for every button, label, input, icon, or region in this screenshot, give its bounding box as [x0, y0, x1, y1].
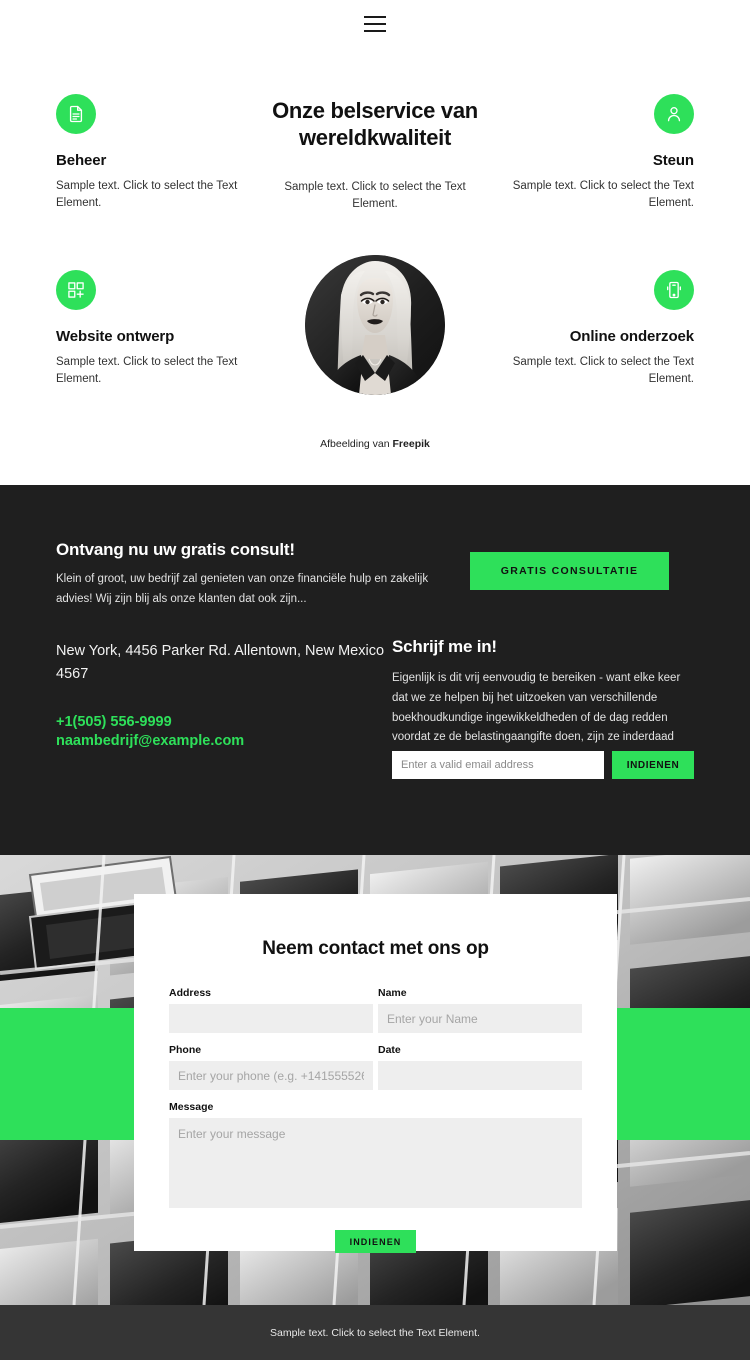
- feature-item-beheer: Beheer Sample text. Click to select the …: [56, 94, 256, 211]
- portrait-photo: [305, 255, 445, 395]
- feature-text: Sample text. Click to select the Text El…: [512, 356, 694, 385]
- portrait-illustration: [305, 255, 445, 395]
- contact-section: Neem contact met ons op Address Name Pho…: [0, 855, 750, 1305]
- company-address: New York, 4456 Parker Rd. Allentown, New…: [56, 643, 385, 683]
- contact-form-title: Neem contact met ons op: [262, 938, 489, 959]
- feature-text: Sample text. Click to select the Text El…: [512, 180, 694, 209]
- grid-plus-icon: [56, 270, 96, 310]
- date-input[interactable]: [378, 1061, 582, 1090]
- feature-item-online-onderzoek: Online onderzoek Sample text. Click to s…: [494, 270, 694, 387]
- field-label: Name: [378, 987, 407, 999]
- message-textarea[interactable]: [169, 1118, 582, 1208]
- credit-brand: Freepik: [392, 438, 430, 450]
- field-label: Phone: [169, 1044, 202, 1056]
- feature-title: Online onderzoek: [569, 328, 694, 345]
- hamburger-bar: [364, 16, 386, 18]
- field-address: Address: [169, 987, 373, 1033]
- address-input[interactable]: [169, 1004, 373, 1033]
- field-message: Message: [169, 1101, 582, 1213]
- green-accent-block-right: [617, 1008, 750, 1140]
- field-phone: Phone: [169, 1044, 373, 1090]
- email-link[interactable]: naambedrijf@example.com: [56, 732, 386, 751]
- consultation-title: Ontvang nu uw gratis consult!: [56, 540, 295, 559]
- green-accent-block-left: [0, 1008, 134, 1140]
- feature-item-steun: Steun Sample text. Click to select the T…: [494, 94, 694, 211]
- feature-title: Steun: [652, 152, 694, 169]
- subscribe-form: INDIENEN: [392, 751, 694, 779]
- contact-form-card: Neem contact met ons op Address Name Pho…: [134, 894, 617, 1253]
- field-label: Message: [169, 1101, 214, 1113]
- document-icon: [56, 94, 96, 134]
- feature-title: Beheer: [56, 152, 107, 169]
- feature-title: Website ontwerp: [56, 328, 175, 345]
- features-section: Onze belservice van wereldkwaliteit Samp…: [0, 48, 750, 485]
- name-input[interactable]: [378, 1004, 582, 1033]
- field-date: Date: [378, 1044, 582, 1090]
- phone-input[interactable]: [169, 1061, 373, 1090]
- field-name: Name: [378, 987, 582, 1033]
- contact-links: +1(505) 556-9999 naambedrijf@example.com: [56, 713, 386, 751]
- hamburger-bar: [364, 23, 386, 25]
- feature-text: Sample text. Click to select the Text El…: [56, 180, 238, 209]
- phone-link[interactable]: +1(505) 556-9999: [56, 713, 386, 732]
- site-footer: Sample text. Click to select the Text El…: [0, 1305, 750, 1360]
- consultation-section: Ontvang nu uw gratis consult! Klein of g…: [0, 485, 750, 855]
- footer-text: Sample text. Click to select the Text El…: [270, 1326, 480, 1339]
- signup-title: Schrijf me in!: [392, 637, 497, 656]
- image-credit: Afbeelding van Freepik: [255, 438, 495, 450]
- hero-title: Onze belservice van wereldkwaliteit: [272, 98, 478, 150]
- contact-form-submit-button[interactable]: INDIENEN: [335, 1230, 416, 1253]
- consultation-text: Klein of groot, uw bedrijf zal genieten …: [56, 573, 429, 605]
- hamburger-menu-icon[interactable]: [364, 16, 386, 32]
- subscribe-submit-button[interactable]: INDIENEN: [612, 751, 694, 779]
- contact-form-fields: Address Name Phone Date: [169, 987, 582, 1101]
- page-root: Onze belservice van wereldkwaliteit Samp…: [0, 0, 750, 1360]
- smartphone-icon: [654, 270, 694, 310]
- hero-subtitle: Sample text. Click to select the Text El…: [284, 181, 466, 210]
- free-consultation-button[interactable]: GRATIS CONSULTATIE: [470, 552, 669, 590]
- portrait-circle: [305, 255, 445, 395]
- user-icon: [654, 94, 694, 134]
- credit-prefix: Afbeelding van: [320, 438, 393, 450]
- hamburger-bar: [364, 30, 386, 32]
- subscribe-email-input[interactable]: [392, 751, 604, 779]
- feature-item-website-ontwerp: Website ontwerp Sample text. Click to se…: [56, 270, 256, 387]
- field-label: Date: [378, 1044, 401, 1056]
- field-label: Address: [169, 987, 212, 999]
- feature-text: Sample text. Click to select the Text El…: [56, 356, 238, 385]
- site-header: [0, 0, 750, 48]
